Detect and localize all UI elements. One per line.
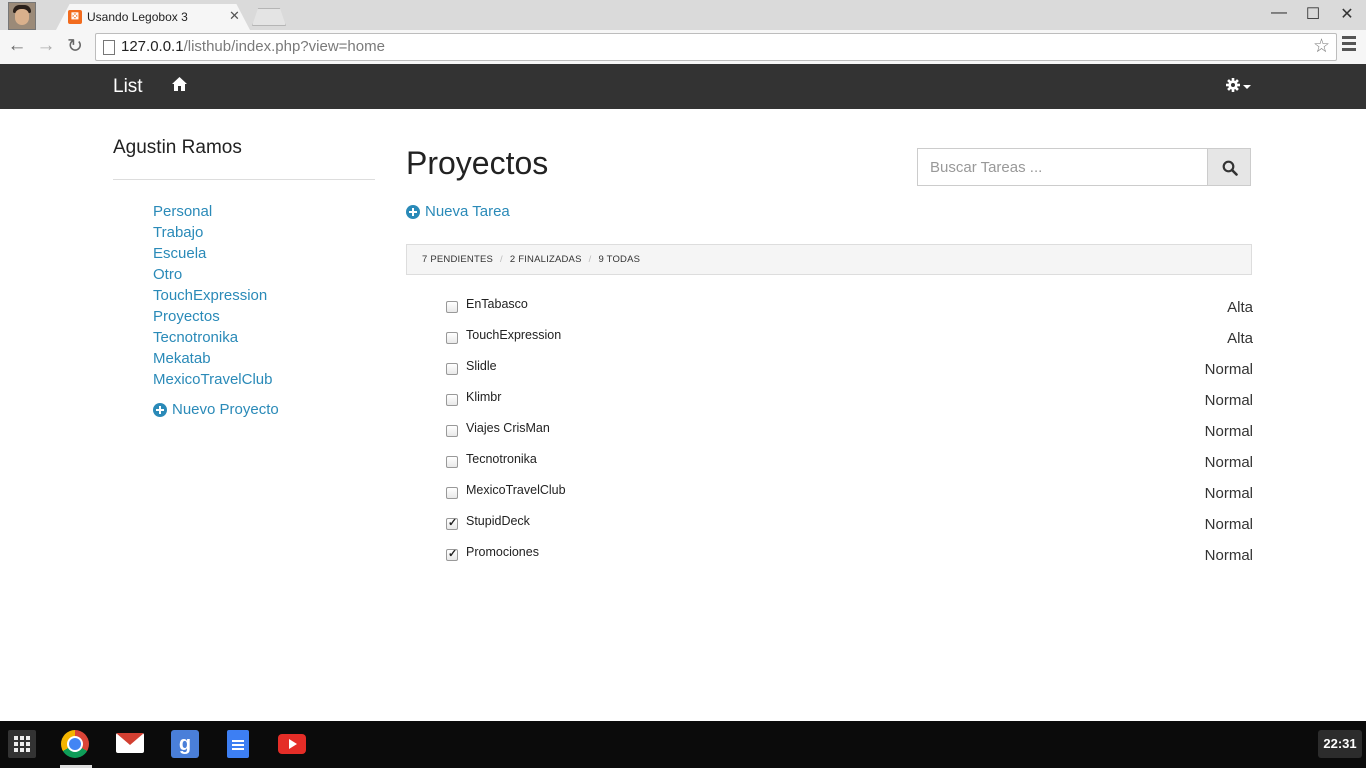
task-name: Klimbr [466,390,502,404]
youtube-icon[interactable] [278,734,306,754]
task-row: Viajes CrisMan Normal [446,419,1253,450]
task-row: Promociones Normal [446,543,1253,574]
task-priority: Normal [1204,516,1253,533]
task-priority: Normal [1204,361,1253,378]
sidebar-item-otro[interactable]: Otro [153,265,272,286]
task-priority: Normal [1204,423,1253,440]
sidebar-item-mexicotravelclub[interactable]: MexicoTravelClub [153,370,272,391]
task-name: Viajes CrisMan [466,421,550,435]
task-priority: Alta [1227,330,1253,347]
task-row: Slidle Normal [446,357,1253,388]
task-row: StupidDeck Normal [446,512,1253,543]
xampp-icon: ⊠ [68,10,82,24]
brand-link[interactable]: List [113,76,143,98]
new-task-label: Nueva Tarea [425,203,510,220]
task-filter-bar: 7 PENDIENTES / 2 FINALIZADAS / 9 TODAS [406,244,1252,275]
sidebar-item-trabajo[interactable]: Trabajo [153,223,272,244]
forward-icon[interactable]: → [34,35,58,57]
reload-icon[interactable]: ↻ [63,35,87,58]
filter-separator: / [500,254,503,265]
gmail-icon[interactable] [116,733,144,753]
close-window-icon[interactable]: ✕ [1330,4,1364,24]
task-priority: Normal [1204,485,1253,502]
task-priority: Normal [1204,454,1253,471]
sidebar-divider [113,179,375,180]
browser-tab[interactable]: ⊠ Usando Legobox 3 ✕ [56,4,250,30]
google-search-icon[interactable]: g [171,730,199,758]
task-name: StupidDeck [466,514,530,528]
task-name: EnTabasco [466,297,528,311]
chrome-icon[interactable] [61,730,89,758]
sidebar-item-tecnotronika[interactable]: Tecnotronika [153,328,272,349]
filter-separator: / [588,254,592,265]
task-checkbox[interactable] [446,487,458,499]
filter-pending[interactable]: 7 PENDIENTES [422,254,493,265]
page-icon [103,40,115,55]
task-checkbox[interactable] [446,516,458,530]
sidebar-item-touchexpression[interactable]: TouchExpression [153,286,272,307]
gear-icon[interactable] [1226,78,1240,97]
app-navbar: List [0,64,1366,109]
minimize-icon[interactable]: — [1262,4,1296,22]
project-list: Personal Trabajo Escuela Otro TouchExpre… [153,202,272,391]
home-icon[interactable] [172,77,187,96]
task-name: TouchExpression [466,328,562,342]
profile-avatar[interactable] [8,2,36,30]
task-checkbox[interactable] [446,332,458,344]
new-task-link[interactable]: Nueva Tarea [406,203,510,220]
filter-finished[interactable]: 2 FINALIZADAS [510,254,582,265]
docs-icon[interactable] [227,730,249,758]
os-taskbar: g 22:31 [0,721,1366,768]
new-project-link[interactable]: Nuevo Proyecto [153,401,279,418]
task-row: MexicoTravelClub Normal [446,481,1253,512]
sidebar-item-proyectos[interactable]: Proyectos [153,307,272,328]
task-row: Tecnotronika Normal [446,450,1253,481]
close-tab-icon[interactable]: ✕ [229,8,240,24]
new-tab-button[interactable] [252,8,286,26]
launcher-icon[interactable] [8,730,36,758]
task-checkbox[interactable] [446,456,458,468]
sidebar-item-personal[interactable]: Personal [153,202,272,223]
tab-title: Usando Legobox 3 [87,10,188,24]
task-name: Slidle [466,359,497,373]
search-icon [1222,160,1238,176]
task-checkbox[interactable] [446,425,458,437]
task-name: MexicoTravelClub [466,483,566,497]
task-checkbox[interactable] [446,363,458,375]
task-priority: Alta [1227,299,1253,316]
bookmark-star-icon[interactable]: ☆ [1313,35,1330,58]
new-project-label: Nuevo Proyecto [172,401,279,418]
sidebar-item-escuela[interactable]: Escuela [153,244,272,265]
browser-toolbar: ← → ↻ 127.0.0.1/listhub/index.php?view=h… [0,30,1366,65]
filter-all[interactable]: 9 TODAS [598,254,640,265]
url-text[interactable]: 127.0.0.1/listhub/index.php?view=home [121,38,385,55]
plus-circle-icon [406,204,420,219]
address-bar[interactable]: 127.0.0.1/listhub/index.php?view=home ☆ [95,33,1337,61]
task-checkbox[interactable] [446,547,458,561]
browser-menu-icon[interactable] [1342,36,1356,54]
task-row: TouchExpression Alta [446,326,1253,357]
chevron-down-icon[interactable] [1243,85,1251,89]
task-row: Klimbr Normal [446,388,1253,419]
browser-tab-strip: ⊠ Usando Legobox 3 ✕ — ☐ ✕ [0,0,1366,31]
task-priority: Normal [1204,547,1253,564]
maximize-icon[interactable]: ☐ [1296,4,1330,24]
search-button[interactable] [1207,148,1251,186]
task-name: Tecnotronika [466,452,537,466]
search-group [917,148,1251,186]
plus-circle-icon [153,402,167,417]
sidebar-item-mekatab[interactable]: Mekatab [153,349,272,370]
task-checkbox[interactable] [446,394,458,406]
task-checkbox[interactable] [446,301,458,313]
search-input[interactable] [917,148,1207,186]
page-title: Proyectos [406,145,549,181]
task-priority: Normal [1204,392,1253,409]
user-name: Agustin Ramos [113,137,242,158]
task-row: EnTabasco Alta [446,295,1253,326]
back-icon[interactable]: ← [5,35,29,57]
task-name: Promociones [466,545,539,559]
task-list: EnTabasco Alta TouchExpression Alta Slidle… [446,295,1253,574]
system-clock[interactable]: 22:31 [1318,730,1362,758]
